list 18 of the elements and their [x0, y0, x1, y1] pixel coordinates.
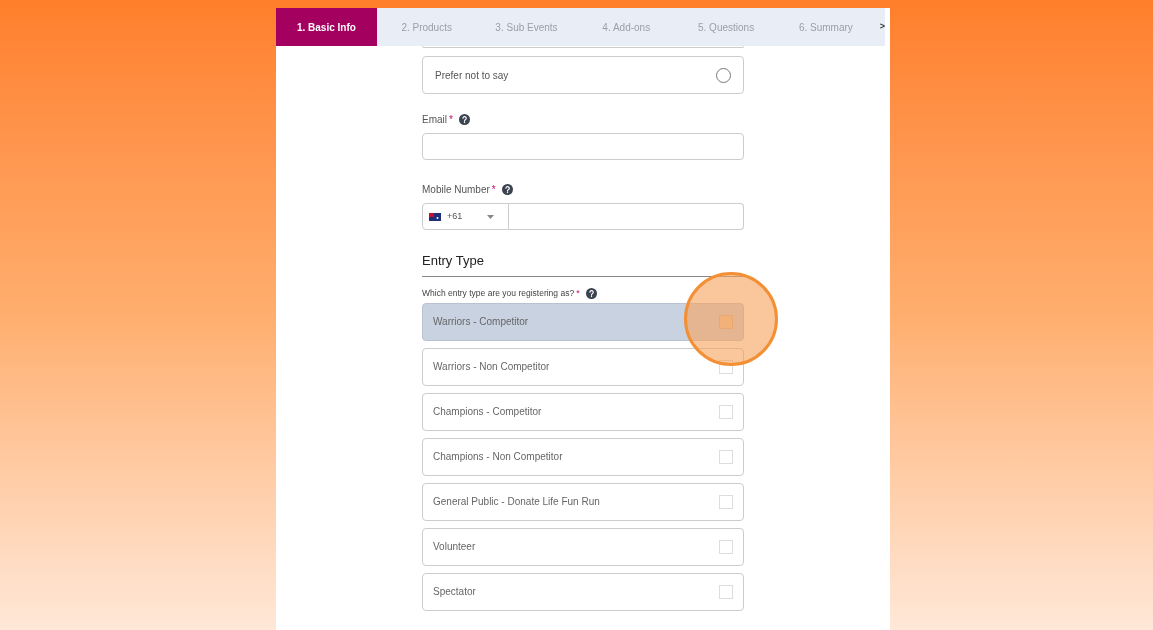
entry-option[interactable]: Warriors - Non Competitor [422, 347, 744, 386]
radio-option[interactable]: Prefer not to say [422, 56, 744, 94]
entry-option[interactable]: Champions - Competitor [422, 392, 744, 431]
section-heading: Entry Type [422, 253, 484, 268]
entry-option[interactable]: Warriors - Competitor [422, 302, 744, 341]
required-mark: * [491, 183, 496, 197]
entry-option[interactable]: Champions - Non Competitor [422, 437, 744, 476]
required-mark: * [449, 113, 453, 127]
entry-option[interactable]: Spectator [422, 572, 744, 611]
entry-option[interactable]: General Public - Donate Life Fun Run [422, 482, 744, 521]
field-label: Mobile Number [422, 183, 490, 197]
tabs-next-button[interactable]: > [875, 20, 886, 34]
field-label: Email [422, 113, 447, 127]
required-mark: * [576, 287, 580, 300]
entry-option[interactable]: Volunteer [422, 527, 744, 566]
step-tab[interactable]: 1. Basic Info [276, 8, 377, 46]
question-label: Which entry type are you registering as? [422, 287, 575, 301]
country-code-select[interactable]: +61 [422, 203, 509, 230]
